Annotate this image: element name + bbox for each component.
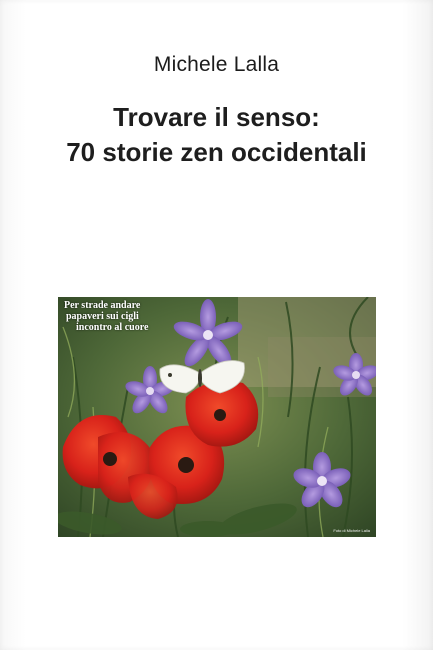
poem-line-3: incontro al cuore — [76, 322, 149, 333]
book-cover: Michele Lalla Trovare il senso: 70 stori… — [0, 0, 433, 650]
cover-photo: Per strade andare papaveri sui cigli inc… — [58, 297, 376, 537]
title-line-1: Trovare il senso: — [113, 102, 320, 132]
cover-poem: Per strade andare papaveri sui cigli inc… — [64, 300, 148, 333]
book-title: Trovare il senso: 70 storie zen occident… — [10, 100, 423, 170]
photo-credit: Foto di Michele Lalla — [333, 528, 370, 533]
poem-line-1: Per strade andare — [64, 300, 141, 311]
flower-photo-illustration — [58, 297, 376, 537]
author-name: Michele Lalla — [153, 53, 280, 76]
poem-line-2: papaveri sui cigli — [66, 311, 139, 322]
title-line-2: 70 storie zen occidentali — [66, 137, 367, 167]
